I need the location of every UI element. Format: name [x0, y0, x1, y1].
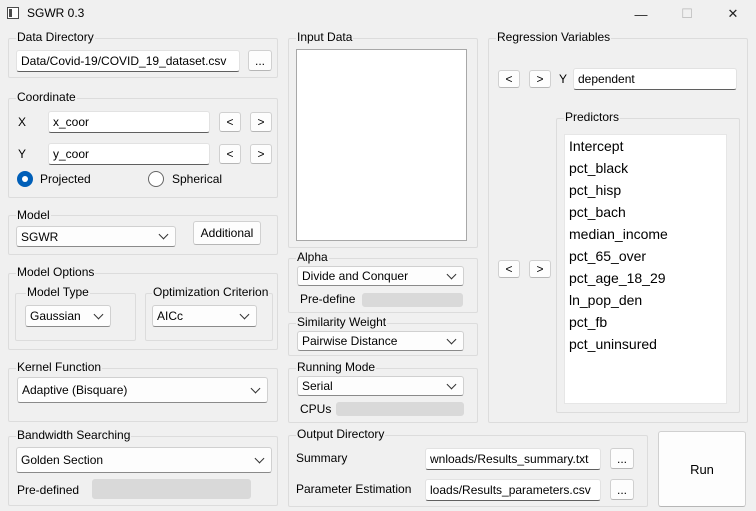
y-prev-button[interactable]: < [219, 144, 241, 164]
x-coordinate-field[interactable]: x_coor [48, 111, 210, 133]
run-button[interactable]: Run [658, 431, 746, 507]
param-label: Parameter Estimation [296, 482, 412, 496]
spherical-radio[interactable] [148, 171, 164, 187]
maximize-button: ☐ [681, 6, 693, 21]
chevron-down-icon [446, 334, 457, 344]
predictor-item[interactable]: Intercept [569, 135, 722, 157]
model-type-select[interactable]: Gaussian [25, 305, 111, 327]
param-path-field[interactable]: loads/Results_parameters.csv [425, 479, 601, 501]
dependent-y-label: Y [559, 72, 568, 86]
running-title: Running Mode [296, 360, 377, 374]
chevron-down-icon [93, 309, 104, 319]
additional-button[interactable]: Additional [193, 221, 261, 245]
data-browse-button[interactable]: ... [248, 50, 272, 71]
predictor-remove-button[interactable]: < [498, 260, 520, 278]
running-value: Serial [302, 379, 333, 393]
output-title: Output Directory [296, 427, 386, 441]
optimization-title: Optimization Criterion [152, 285, 270, 299]
bandwidth-title: Bandwidth Searching [16, 428, 132, 442]
input-data-list[interactable] [296, 49, 467, 241]
y-add-button[interactable]: > [529, 70, 551, 88]
y-coordinate-field[interactable]: y_coor [48, 143, 210, 165]
predictor-item[interactable]: pct_uninsured [569, 333, 722, 355]
predictor-item[interactable]: pct_hisp [569, 179, 722, 201]
running-select[interactable]: Serial [297, 376, 464, 396]
optimization-value: AICc [157, 309, 184, 323]
alpha-value: Divide and Conquer [302, 269, 409, 283]
alpha-predefine-field [362, 293, 463, 307]
close-button[interactable]: ✕ [710, 0, 756, 28]
predictor-item[interactable]: pct_65_over [569, 245, 722, 267]
bandwidth-select[interactable]: Golden Section [16, 447, 272, 473]
summary-browse-button[interactable]: ... [610, 448, 634, 469]
summary-label: Summary [296, 451, 348, 465]
x-prev-button[interactable]: < [219, 112, 241, 132]
optimization-select[interactable]: AICc [152, 305, 257, 327]
predictors-list[interactable]: Intercept pct_black pct_hisp pct_bach me… [564, 134, 727, 404]
summary-path-field[interactable]: wnloads/Results_summary.txt [425, 448, 601, 470]
model-select-value: SGWR [21, 229, 59, 244]
bandwidth-predefined-field [92, 479, 251, 499]
data-path-field[interactable]: Data/Covid-19/COVID_19_dataset.csv [16, 50, 240, 72]
model-title: Model [16, 208, 51, 222]
bandwidth-value: Golden Section [21, 453, 104, 467]
model-options-title: Model Options [16, 265, 96, 279]
kernel-select[interactable]: Adaptive (Bisquare) [17, 377, 268, 403]
y-next-button[interactable]: > [250, 144, 272, 164]
y-label: Y [18, 147, 27, 161]
predictors-title: Predictors [564, 110, 621, 124]
cpus-field [336, 402, 464, 416]
chevron-down-icon [250, 383, 261, 393]
param-browse-button[interactable]: ... [610, 479, 634, 500]
y-remove-button[interactable]: < [498, 70, 520, 88]
data-directory-title: Data Directory [16, 30, 95, 44]
similarity-select[interactable]: Pairwise Distance [297, 331, 464, 351]
chevron-down-icon [254, 453, 265, 463]
window-title: SGWR 0.3 [27, 6, 85, 20]
predictor-item[interactable]: pct_age_18_29 [569, 267, 722, 289]
spherical-label: Spherical [172, 172, 223, 186]
alpha-select[interactable]: Divide and Conquer [297, 266, 464, 286]
chevron-down-icon [158, 229, 169, 240]
x-next-button[interactable]: > [250, 112, 272, 132]
model-type-title: Model Type [26, 285, 90, 299]
predictor-item[interactable]: median_income [569, 223, 722, 245]
predictor-add-button[interactable]: > [529, 260, 551, 278]
x-label: X [18, 115, 27, 129]
bandwidth-predefined-label: Pre-defined [17, 483, 80, 497]
chevron-down-icon [446, 269, 457, 279]
similarity-title: Similarity Weight [296, 315, 388, 329]
similarity-value: Pairwise Distance [302, 334, 398, 348]
dependent-field[interactable]: dependent [573, 68, 737, 90]
predictor-item[interactable]: pct_bach [569, 201, 722, 223]
coordinate-title: Coordinate [16, 90, 77, 104]
projected-label: Projected [40, 172, 91, 186]
regression-title: Regression Variables [496, 30, 612, 44]
predictor-item[interactable]: pct_fb [569, 311, 722, 333]
input-data-title: Input Data [296, 30, 354, 44]
alpha-predefine-label: Pre-define [300, 292, 356, 306]
predictor-item[interactable]: pct_black [569, 157, 722, 179]
predictor-item[interactable]: ln_pop_den [569, 289, 722, 311]
alpha-title: Alpha [296, 250, 329, 264]
model-select[interactable]: SGWR [16, 226, 176, 247]
model-type-value: Gaussian [30, 309, 81, 323]
projected-radio[interactable] [17, 171, 33, 187]
cpus-label: CPUs [300, 402, 332, 416]
chevron-down-icon [446, 379, 457, 389]
app-icon [7, 7, 19, 19]
minimize-button[interactable]: — [618, 0, 664, 28]
kernel-title: Kernel Function [16, 360, 103, 374]
kernel-value: Adaptive (Bisquare) [22, 383, 128, 397]
chevron-down-icon [239, 309, 250, 319]
